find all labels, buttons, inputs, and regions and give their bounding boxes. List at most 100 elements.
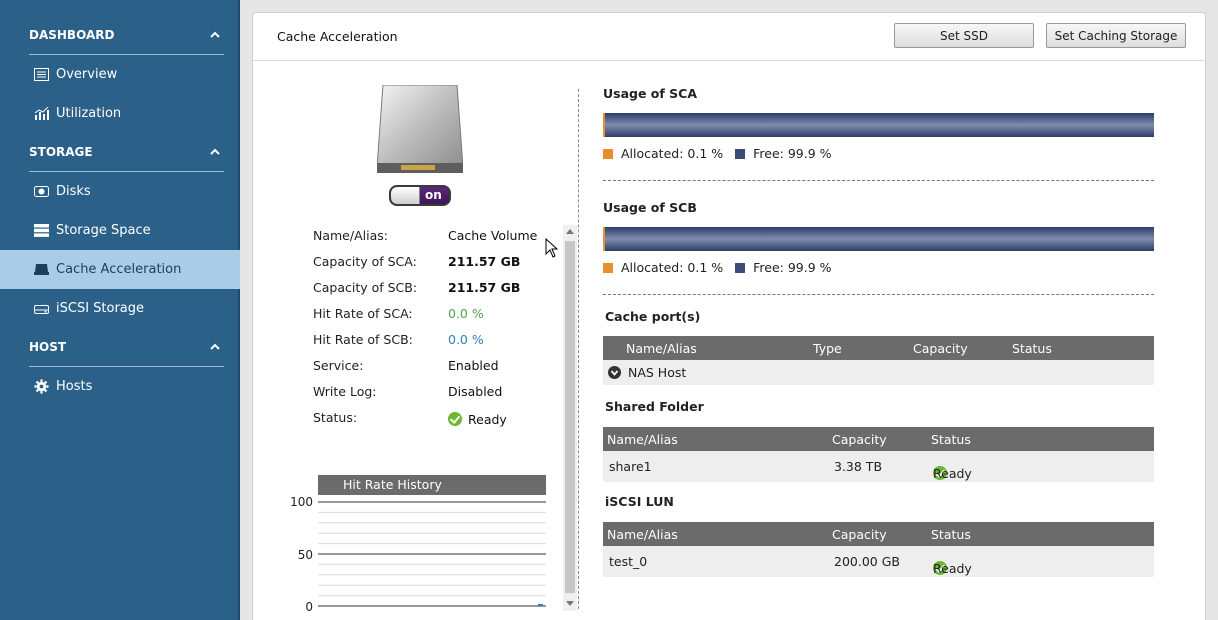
hit-rate-chart [318, 501, 546, 607]
expand-chevron-icon[interactable] [608, 366, 621, 379]
info-scrollbar[interactable] [563, 225, 577, 611]
cache-icon [34, 262, 49, 277]
sidebar-item-label: Storage Space [56, 223, 151, 238]
section-divider [603, 294, 1154, 295]
sidebar-section-storage[interactable]: STORAGE [29, 133, 224, 172]
usage-sca-allocated-fill [603, 113, 605, 137]
section-label: STORAGE [29, 145, 93, 159]
chart-data-point [538, 604, 543, 606]
lun-name: test_0 [609, 554, 648, 569]
status-value: Ready [468, 412, 507, 427]
column-header: Name/Alias [607, 527, 678, 542]
gear-icon [34, 379, 49, 394]
section-label: HOST [29, 340, 67, 354]
cache-toggle-switch[interactable]: on [389, 185, 451, 206]
table-row[interactable]: NAS Host [603, 360, 1154, 385]
chevron-up-icon [210, 148, 220, 155]
lun-capacity: 200.00 GB [834, 554, 900, 569]
main-panel: Cache Acceleration Set SSD Set Caching S… [252, 12, 1206, 620]
sidebar-item-iscsi-storage[interactable]: iSCSI Storage [0, 289, 240, 328]
usage-scb-allocated-fill [603, 227, 605, 251]
column-header: Status [1012, 341, 1052, 356]
sidebar-section-dashboard[interactable]: DASHBOARD [29, 16, 224, 55]
allocated-swatch [603, 148, 613, 159]
folder-name: share1 [609, 459, 652, 474]
sidebar-item-utilization[interactable]: Utilization [0, 94, 240, 133]
ssd-drive-icon [377, 85, 463, 173]
utilization-icon [34, 106, 49, 121]
y-tick-label: 50 [297, 548, 313, 562]
sca-capacity-label: Capacity of SCA: [313, 254, 417, 269]
scb-capacity-label: Capacity of SCB: [313, 280, 418, 295]
status-value-container: Ready [448, 412, 507, 427]
scroll-up-arrow-icon[interactable] [566, 229, 574, 234]
sidebar-item-disks[interactable]: Disks [0, 172, 240, 211]
sidebar-item-label: iSCSI Storage [56, 301, 145, 316]
iscsi-lun-title: iSCSI LUN [605, 494, 674, 509]
shared-folder-title: Shared Folder [605, 399, 704, 414]
column-header: Type [813, 341, 842, 356]
write-log-label: Write Log: [313, 384, 377, 399]
sca-capacity-value: 211.57 GB [448, 254, 521, 269]
sidebar-item-hosts[interactable]: Hosts [0, 367, 240, 406]
folder-capacity: 3.38 TB [834, 459, 883, 474]
usage-scb-bar [603, 227, 1154, 251]
sidebar-item-storage-space[interactable]: Storage Space [0, 211, 240, 250]
disk-icon [34, 184, 49, 199]
chevron-up-icon [210, 343, 220, 350]
scroll-thumb[interactable] [565, 241, 575, 593]
name-label: Name/Alias: [313, 228, 388, 243]
cache-ports-header: Name/Alias Type Capacity Status [603, 336, 1154, 360]
shared-folder-header: Name/Alias Capacity Status [603, 427, 1154, 451]
sidebar: DASHBOARD Overview Utilization STORAGE D… [0, 0, 240, 620]
column-header: Status [931, 527, 971, 542]
column-header: Capacity [913, 341, 968, 356]
y-tick-label: 0 [305, 600, 313, 614]
panel-header: Cache Acceleration Set SSD Set Caching S… [253, 13, 1205, 61]
storage-space-icon [34, 223, 49, 238]
status-text: Ready [933, 561, 972, 576]
sidebar-item-label: Cache Acceleration [56, 262, 182, 277]
sca-hit-rate-label: Hit Rate of SCA: [313, 306, 413, 321]
column-header: Name/Alias [626, 341, 697, 356]
chevron-up-icon [210, 31, 220, 38]
port-name: NAS Host [628, 365, 687, 380]
table-row[interactable]: test_0 200.00 GB Ready [603, 546, 1154, 577]
usage-sca-legend: Allocated: 0.1 % Free: 99.9 % [603, 146, 832, 161]
scroll-down-arrow-icon[interactable] [566, 601, 574, 606]
page-title: Cache Acceleration [277, 29, 398, 44]
write-log-value: Disabled [448, 384, 503, 399]
allocated-label: Allocated: 0.1 % [621, 260, 724, 275]
cache-ports-title: Cache port(s) [605, 309, 701, 324]
name-value: Cache Volume [448, 228, 538, 243]
iscsi-icon [34, 301, 49, 316]
overview-icon [34, 67, 49, 82]
chart-title: Hit Rate History [318, 475, 546, 495]
column-header: Capacity [832, 527, 887, 542]
free-swatch [735, 148, 746, 159]
toggle-knob [391, 187, 420, 204]
section-divider [603, 180, 1154, 181]
iscsi-lun-header: Name/Alias Capacity Status [603, 522, 1154, 546]
sidebar-item-label: Hosts [56, 379, 93, 394]
y-tick-label: 100 [290, 495, 313, 509]
usage-sca-bar [603, 113, 1154, 137]
set-ssd-button[interactable]: Set SSD [894, 23, 1034, 48]
sidebar-item-label: Overview [56, 67, 118, 82]
check-circle-icon [448, 412, 462, 426]
column-header: Status [931, 432, 971, 447]
sidebar-section-host[interactable]: HOST [29, 328, 224, 367]
sidebar-item-label: Disks [56, 184, 91, 199]
service-value: Enabled [448, 358, 499, 373]
sidebar-item-overview[interactable]: Overview [0, 55, 240, 94]
scb-hit-rate-value: 0.0 % [448, 332, 484, 347]
scb-hit-rate-label: Hit Rate of SCB: [313, 332, 413, 347]
status-label: Status: [313, 410, 358, 425]
table-row[interactable]: share1 3.38 TB Ready [603, 451, 1154, 482]
column-header: Name/Alias [607, 432, 678, 447]
sidebar-item-cache-acceleration[interactable]: Cache Acceleration [0, 250, 240, 289]
usage-sca-title: Usage of SCA [603, 86, 698, 101]
status-text: Ready [933, 466, 972, 481]
sidebar-item-label: Utilization [56, 106, 122, 121]
set-caching-storage-button[interactable]: Set Caching Storage [1046, 23, 1186, 48]
